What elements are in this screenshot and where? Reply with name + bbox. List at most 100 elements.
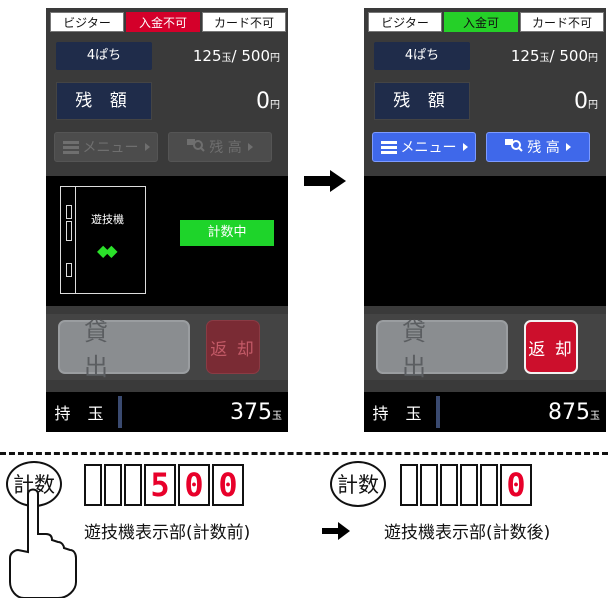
right-arrow-icon xyxy=(322,522,350,540)
hamburger-icon xyxy=(62,140,79,154)
display-digit xyxy=(440,464,458,506)
display-digit xyxy=(104,464,122,506)
balance-check-button[interactable]: 残 高 xyxy=(168,132,272,162)
rate-separator: / xyxy=(231,47,237,65)
balls-value: 375玉 xyxy=(122,400,288,425)
display-title-before: 遊技機表示部(計数前) xyxy=(84,523,251,543)
balls-label: 持 玉 xyxy=(372,404,428,423)
rate-balls-value: 125 xyxy=(510,47,540,65)
balls-unit: 玉 xyxy=(272,410,282,422)
balance-check-label: 残 高 xyxy=(209,140,242,156)
menu-button[interactable]: メニュー xyxy=(372,132,476,162)
menu-button-label: メニュー xyxy=(400,140,457,156)
status-bar: ビジター 入金可 カード不可 xyxy=(368,12,604,34)
display-digit xyxy=(480,464,498,506)
balance-value: 0円 xyxy=(152,89,282,114)
return-button[interactable]: 返 却 xyxy=(206,320,260,374)
rate-balls-unit: 玉 xyxy=(221,53,232,64)
action-row: 貸 出 返 却 xyxy=(364,314,606,381)
balance-number: 0 xyxy=(256,88,270,114)
display-digit: 0 xyxy=(500,464,532,506)
card-status-tag: カード不可 xyxy=(520,12,604,32)
rate-yen-unit: 円 xyxy=(588,53,598,64)
card-status-tag: カード不可 xyxy=(202,12,286,32)
machine-display-before: 5 0 0 xyxy=(84,464,244,506)
menu-row: メニュー 残 高 xyxy=(54,132,286,164)
counting-badge: 計数中 xyxy=(180,220,274,246)
display-digit: 5 xyxy=(144,464,176,506)
rate-balls-unit: 玉 xyxy=(539,53,550,64)
chevron-right-icon xyxy=(462,143,468,151)
chevron-right-icon xyxy=(144,143,150,151)
balls-row: 持 玉 375玉 xyxy=(46,392,288,432)
rate-row: 4ぱち 125玉/ 500円 xyxy=(374,42,600,70)
chevron-right-icon xyxy=(565,143,571,151)
hamburger-icon xyxy=(380,140,397,154)
balance-unit: 円 xyxy=(270,99,280,111)
deposit-status-tag: 入金可 xyxy=(444,12,518,32)
machine-label: 遊技機 xyxy=(91,213,124,226)
rate-row: 4ぱち 125玉/ 500円 xyxy=(56,42,282,70)
visitor-tag: ビジター xyxy=(50,12,124,32)
balance-check-button[interactable]: 残 高 xyxy=(486,132,590,162)
display-digit xyxy=(124,464,142,506)
dashed-divider xyxy=(0,452,608,455)
status-bar: ビジター 入金不可 カード不可 xyxy=(50,12,286,34)
machine-screen-after: ビジター 入金可 カード不可 4ぱち 125玉/ 500円 残 額 0円 メニュ… xyxy=(364,8,606,432)
count-button[interactable]: 計数 xyxy=(330,461,386,507)
balls-label: 持 玉 xyxy=(54,404,110,423)
search-balance-icon xyxy=(187,138,205,156)
machine-slot xyxy=(66,263,72,277)
machine-panel-empty xyxy=(364,176,606,306)
rate-values: 125玉/ 500円 xyxy=(470,47,600,65)
balls-value: 875玉 xyxy=(440,400,606,425)
balance-check-label: 残 高 xyxy=(527,140,560,156)
menu-button-label: メニュー xyxy=(82,140,139,156)
rate-yen-unit: 円 xyxy=(270,53,280,64)
display-digit: 0 xyxy=(178,464,210,506)
machine-slot xyxy=(66,221,72,241)
balance-number: 0 xyxy=(574,88,588,114)
rate-balls-value: 125 xyxy=(192,47,222,65)
display-digit: 0 xyxy=(212,464,244,506)
deposit-status-tag: 入金不可 xyxy=(126,12,200,32)
pointing-hand-icon xyxy=(6,486,96,598)
balance-row: 残 額 0円 xyxy=(374,82,600,120)
menu-row: メニュー 残 高 xyxy=(372,132,604,164)
balance-row: 残 額 0円 xyxy=(56,82,282,120)
machine-slot xyxy=(66,205,72,219)
action-row: 貸 出 返 却 xyxy=(46,314,288,381)
rate-values: 125玉/ 500円 xyxy=(152,47,282,65)
machine-divider xyxy=(75,187,76,293)
counting-arrows-icon: ◆◆ xyxy=(97,241,118,260)
right-arrow-icon xyxy=(304,170,346,192)
machine-display-after: 0 xyxy=(400,464,532,506)
rate-kind: 4ぱち xyxy=(374,42,470,70)
visitor-tag: ビジター xyxy=(368,12,442,32)
display-digit xyxy=(400,464,418,506)
machine-screen-before: ビジター 入金不可 カード不可 4ぱち 125玉/ 500円 残 額 0円 メニ… xyxy=(46,8,288,432)
machine-illustration: 遊技機 ◆◆ xyxy=(60,186,146,294)
menu-button[interactable]: メニュー xyxy=(54,132,158,162)
balance-label: 残 額 xyxy=(56,82,152,120)
balance-unit: 円 xyxy=(588,99,598,111)
rate-yen-value: 500 xyxy=(241,47,270,65)
rate-kind: 4ぱち xyxy=(56,42,152,70)
balls-unit: 玉 xyxy=(590,410,600,422)
display-digit xyxy=(460,464,478,506)
rate-yen-value: 500 xyxy=(559,47,588,65)
balls-number: 375 xyxy=(230,399,272,425)
lend-button[interactable]: 貸 出 xyxy=(376,318,508,381)
display-digit xyxy=(420,464,438,506)
search-balance-icon xyxy=(505,138,523,156)
return-button[interactable]: 返 却 xyxy=(524,320,578,374)
balance-value: 0円 xyxy=(470,89,600,114)
rate-separator: / xyxy=(549,47,555,65)
lend-button[interactable]: 貸 出 xyxy=(58,318,190,381)
balls-number: 875 xyxy=(548,399,590,425)
machine-panel: 遊技機 ◆◆ 計数中 xyxy=(46,176,288,306)
display-title-after: 遊技機表示部(計数後) xyxy=(384,523,551,543)
balls-row: 持 玉 875玉 xyxy=(364,392,606,432)
chevron-right-icon xyxy=(247,143,253,151)
balance-label: 残 額 xyxy=(374,82,470,120)
